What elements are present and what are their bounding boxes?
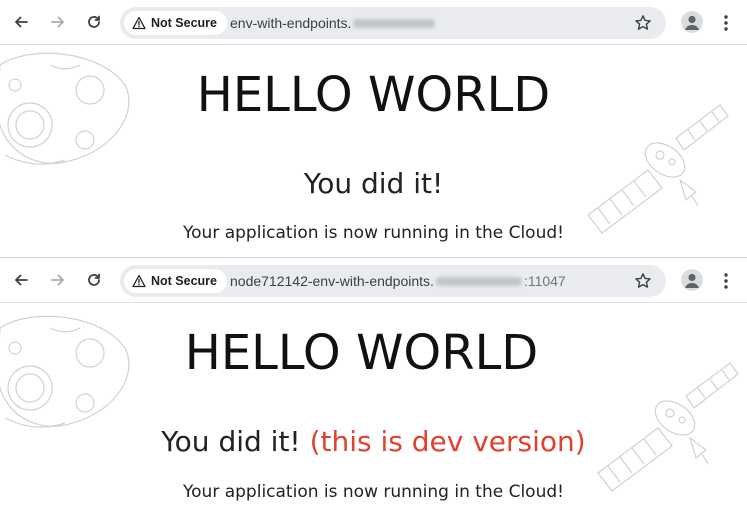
more-menu-icon[interactable] — [721, 271, 731, 291]
browser-toolbar: Not Secure env-with-endpoints. — [0, 0, 747, 45]
reload-icon — [88, 273, 100, 286]
profile-icon — [685, 273, 699, 288]
url-port: :11047 — [523, 273, 566, 289]
page-tagline: Your application is now running in the C… — [183, 482, 564, 502]
back-arrow-icon — [15, 16, 28, 28]
security-chip[interactable]: Not Secure — [124, 269, 227, 293]
page-subheading: You did it! — [0, 167, 747, 201]
reload-icon — [88, 15, 100, 28]
forward-arrow-icon — [51, 274, 64, 286]
page-heading: HELLO WORLD — [184, 325, 539, 381]
success-message: You did it! — [161, 425, 301, 458]
reload-button[interactable] — [84, 12, 104, 32]
dev-version-note: (this is dev version) — [309, 425, 586, 458]
star-icon[interactable] — [634, 14, 652, 32]
reload-button[interactable] — [84, 270, 104, 290]
page-content: HELLO WORLD You did it! Your application… — [0, 45, 747, 257]
security-chip-label: Not Secure — [151, 274, 217, 288]
browser-toolbar: Not Secure node712142-env-with-endpoints… — [0, 258, 747, 303]
warning-triangle-icon — [132, 16, 146, 30]
browser-window-production: Not Secure env-with-endpoints. HELLO WOR… — [0, 0, 747, 257]
profile-icon — [685, 15, 699, 30]
url-text[interactable]: node712142-env-with-endpoints. :11047 — [230, 273, 566, 289]
address-bar[interactable]: Not Secure env-with-endpoints. — [120, 7, 666, 39]
forward-arrow-icon — [51, 16, 64, 28]
redacted-domain — [353, 18, 436, 28]
url-text[interactable]: env-with-endpoints. — [230, 15, 437, 31]
back-button[interactable] — [11, 12, 31, 32]
security-chip-label: Not Secure — [151, 16, 217, 30]
url-prefix: node712142-env-with-endpoints. — [230, 273, 434, 289]
redacted-domain — [435, 276, 522, 286]
security-chip[interactable]: Not Secure — [124, 11, 227, 35]
warning-triangle-icon — [132, 274, 146, 288]
star-icon[interactable] — [634, 272, 652, 290]
browser-window-dev: Not Secure node712142-env-with-endpoints… — [0, 257, 747, 514]
page-subheading: You did it! (this is dev version) — [0, 425, 747, 459]
back-arrow-icon — [15, 274, 28, 286]
profile-button[interactable] — [681, 11, 703, 33]
profile-button[interactable] — [681, 269, 703, 291]
page-heading: HELLO WORLD — [196, 67, 551, 123]
address-bar[interactable]: Not Secure node712142-env-with-endpoints… — [120, 265, 666, 297]
success-message: You did it! — [303, 167, 444, 200]
url-prefix: env-with-endpoints. — [230, 15, 352, 31]
back-button[interactable] — [11, 270, 31, 290]
more-menu-icon[interactable] — [721, 13, 731, 33]
forward-button[interactable] — [48, 12, 68, 32]
forward-button[interactable] — [48, 270, 68, 290]
page-tagline: Your application is now running in the C… — [183, 223, 564, 243]
page-content: HELLO WORLD You did it! (this is dev ver… — [0, 303, 747, 514]
